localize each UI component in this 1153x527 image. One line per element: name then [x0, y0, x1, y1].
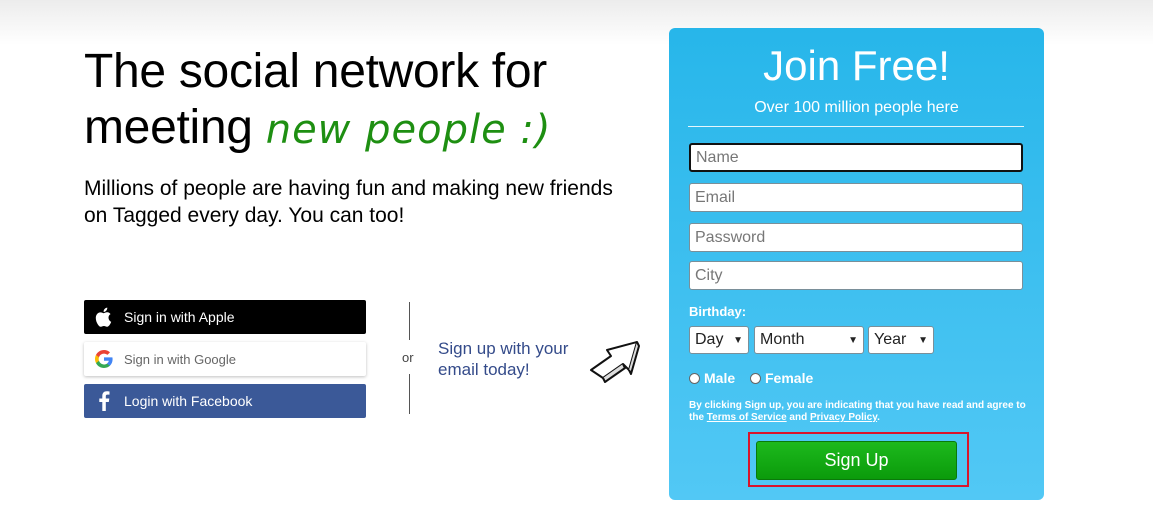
female-radio[interactable]	[750, 372, 761, 384]
or-label: or	[402, 350, 414, 365]
apple-icon	[84, 307, 124, 327]
terms-and: and	[789, 412, 808, 423]
privacy-policy-link[interactable]: Privacy Policy	[810, 412, 877, 423]
terms-of-service-link[interactable]: Terms of Service	[707, 412, 787, 423]
chevron-down-icon: ▼	[733, 334, 743, 346]
google-signin-label: Sign in with Google	[124, 351, 237, 367]
male-label: Male	[704, 370, 736, 386]
hero-title-highlight: new people :)	[265, 107, 552, 153]
year-select-value: Year	[874, 331, 907, 348]
google-icon	[84, 350, 124, 368]
chevron-down-icon: ▼	[918, 334, 928, 346]
signup-panel: Join Free! Over 100 million people here …	[669, 28, 1044, 500]
city-input[interactable]	[689, 261, 1023, 290]
email-input[interactable]	[689, 183, 1023, 212]
month-select-value: Month	[760, 331, 805, 348]
male-radio[interactable]	[689, 372, 700, 384]
signup-button[interactable]: Sign Up	[756, 441, 957, 480]
signup-divider	[688, 126, 1024, 127]
divider-top	[409, 302, 410, 340]
hero-title-line1: The social network for	[84, 45, 547, 98]
day-select-value: Day	[695, 331, 724, 348]
hero-subtitle: Millions of people are having fun and ma…	[84, 177, 613, 227]
terms-suffix: .	[877, 412, 880, 423]
facebook-login-button[interactable]: Login with Facebook	[84, 384, 366, 418]
facebook-icon	[84, 391, 124, 411]
facebook-login-label: Login with Facebook	[124, 393, 253, 409]
password-input[interactable]	[689, 223, 1023, 252]
signup-title: Join Free!	[763, 42, 950, 89]
arrow-icon	[585, 330, 645, 391]
day-select[interactable]: Day ▼	[689, 326, 749, 354]
email-signup-prompt: Sign up with your email today!	[438, 339, 569, 379]
chevron-down-icon: ▼	[848, 334, 858, 346]
hero-title-line2: meeting	[84, 101, 253, 154]
birthday-label: Birthday:	[689, 304, 747, 319]
gender-male-option[interactable]: Male	[689, 370, 735, 386]
apple-signin-label: Sign in with Apple	[124, 309, 235, 325]
signup-subtitle: Over 100 million people here	[754, 99, 959, 116]
year-select[interactable]: Year ▼	[868, 326, 934, 354]
gender-female-option[interactable]: Female	[750, 370, 813, 386]
month-select[interactable]: Month ▼	[754, 326, 864, 354]
divider-bottom	[409, 374, 410, 414]
name-input[interactable]	[689, 143, 1023, 172]
hero-title: The social network for meeting new peopl…	[84, 44, 644, 158]
apple-signin-button[interactable]: Sign in with Apple	[84, 300, 366, 334]
female-label: Female	[765, 370, 814, 386]
terms-text: By clicking Sign up, you are indicating …	[689, 400, 1029, 424]
google-signin-button[interactable]: Sign in with Google	[84, 342, 366, 376]
